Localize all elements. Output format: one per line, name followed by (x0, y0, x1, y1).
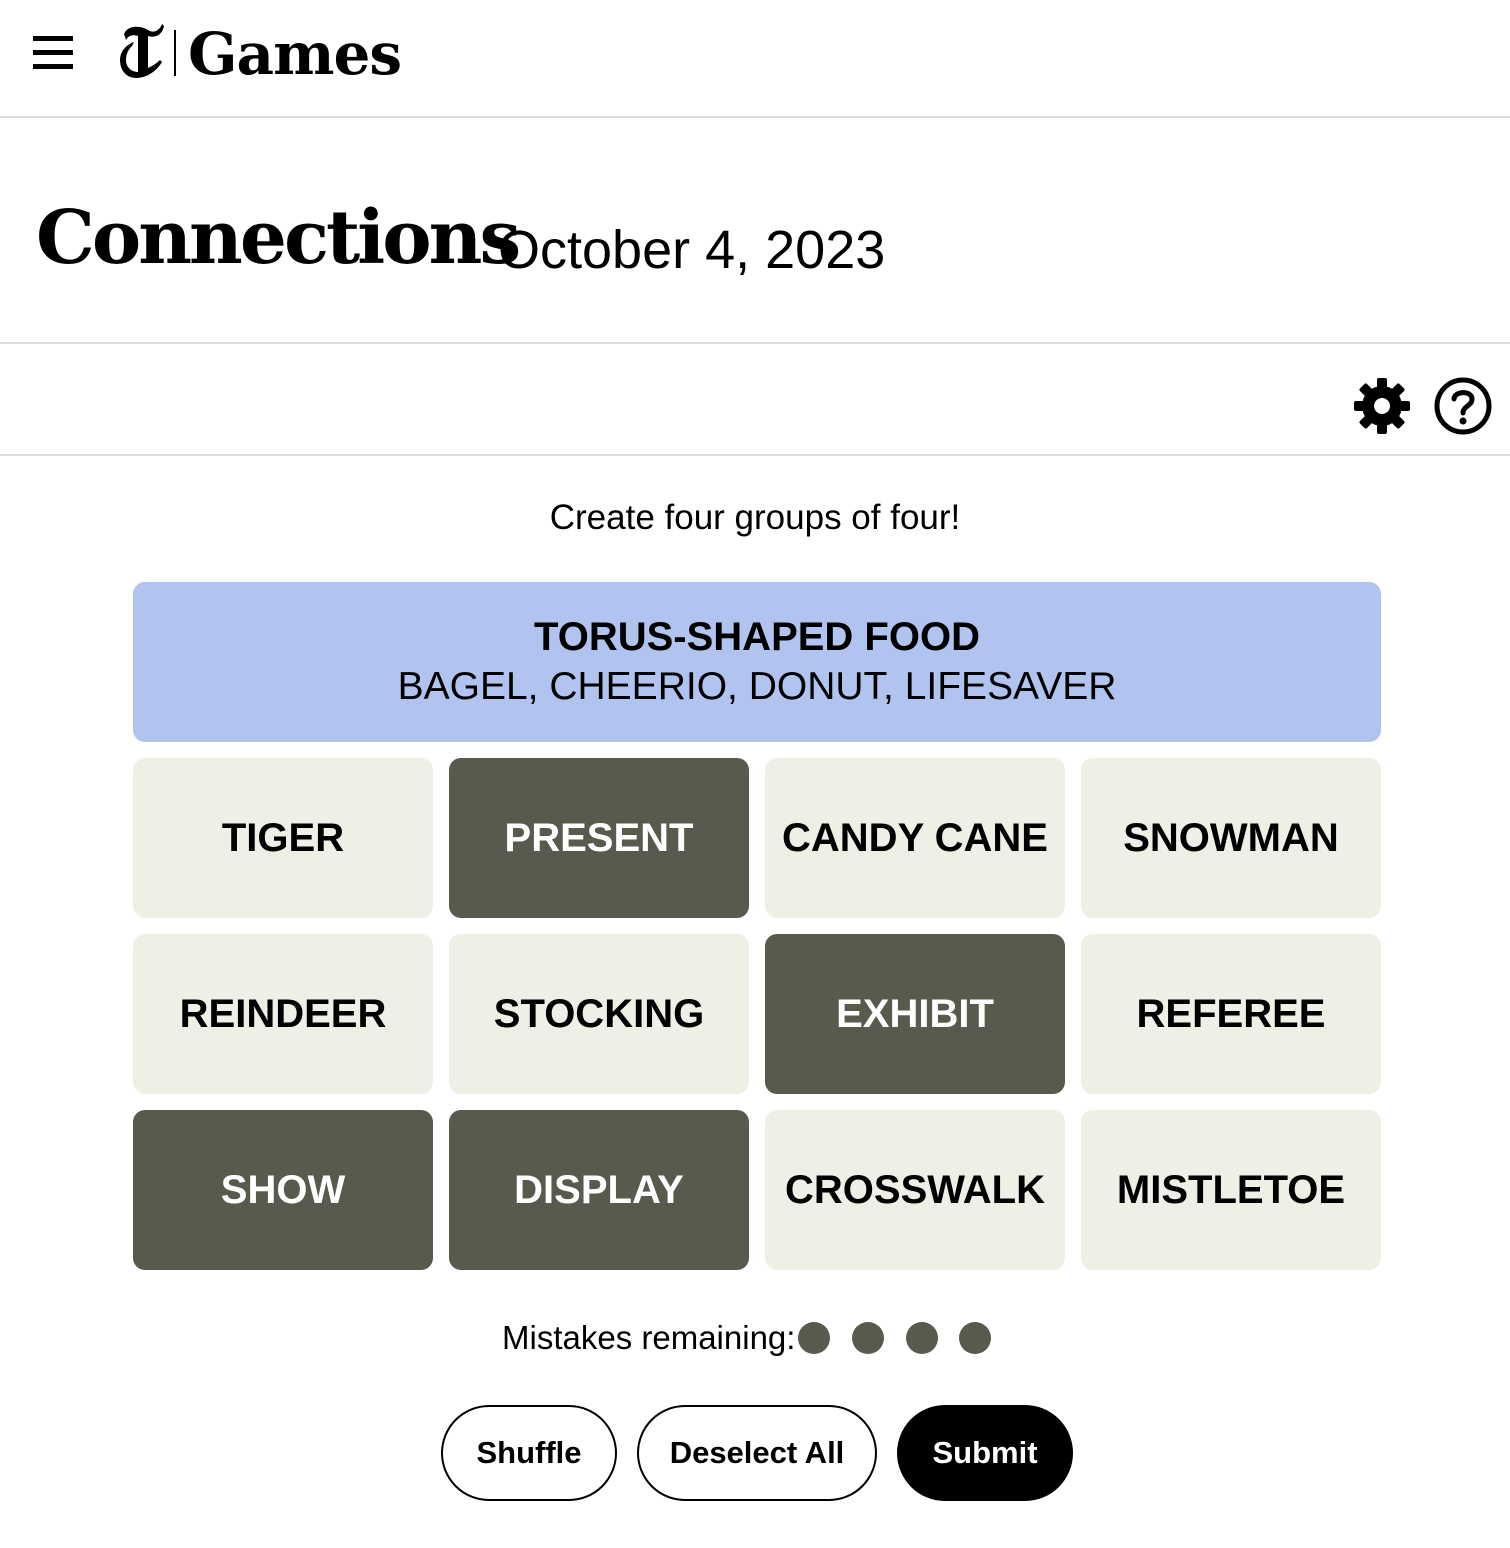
solved-group-banner: TORUS-SHAPED FOOD BAGEL, CHEERIO, DONUT,… (133, 582, 1381, 742)
top-navigation-bar: Games (0, 0, 1510, 118)
word-tile[interactable]: CROSSWALK (765, 1110, 1065, 1270)
instructions-text: Create four groups of four! (549, 498, 961, 537)
solved-group-members: BAGEL, CHEERIO, DONUT, LIFESAVER (397, 665, 1117, 708)
mistake-dot (798, 1322, 830, 1354)
word-tile[interactable]: SHOW (133, 1110, 433, 1270)
mistake-dot (959, 1322, 991, 1354)
mistakes-remaining: Mistakes remaining: (0, 1316, 1510, 1360)
word-tile[interactable]: MISTLETOE (1081, 1110, 1381, 1270)
word-grid: TIGER PRESENT CANDY CANE SNOWMAN REINDEE… (133, 758, 1381, 1270)
mistake-dot (852, 1322, 884, 1354)
deselect-all-button[interactable]: Deselect All (637, 1405, 877, 1501)
nyt-t-logo-icon[interactable] (118, 20, 166, 84)
mistake-dot (906, 1322, 938, 1354)
game-toolbar (0, 344, 1510, 456)
word-tile[interactable]: STOCKING (449, 934, 749, 1094)
question-circle-icon[interactable] (1433, 376, 1493, 436)
hamburger-menu-icon[interactable] (33, 36, 73, 70)
word-tile[interactable]: SNOWMAN (1081, 758, 1381, 918)
word-tile[interactable]: REFEREE (1081, 934, 1381, 1094)
word-tile[interactable]: EXHIBIT (765, 934, 1065, 1094)
submit-button[interactable]: Submit (897, 1405, 1073, 1501)
gear-icon[interactable] (1352, 376, 1412, 436)
page-title: Connections (36, 195, 521, 281)
brand-label[interactable]: Games (188, 16, 402, 92)
puzzle-date: October 4, 2023 (498, 220, 886, 280)
word-tile[interactable]: CANDY CANE (765, 758, 1065, 918)
solved-group-title: TORUS-SHAPED FOOD (534, 615, 980, 659)
mistakes-label: Mistakes remaining: (502, 1319, 796, 1356)
word-tile[interactable]: PRESENT (449, 758, 749, 918)
logo-divider (174, 30, 176, 76)
title-bar: Connections October 4, 2023 (0, 118, 1510, 344)
word-tile[interactable]: REINDEER (133, 934, 433, 1094)
shuffle-button[interactable]: Shuffle (441, 1405, 617, 1501)
word-tile[interactable]: TIGER (133, 758, 433, 918)
word-tile[interactable]: DISPLAY (449, 1110, 749, 1270)
